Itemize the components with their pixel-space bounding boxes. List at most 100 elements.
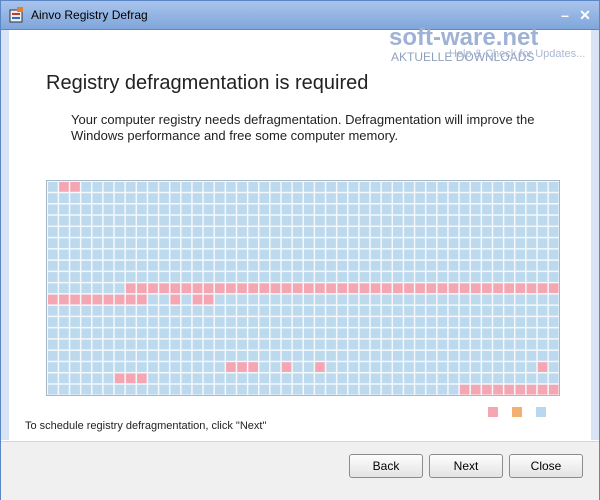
- registry-cell: [59, 339, 69, 350]
- registry-cell: [170, 182, 181, 192]
- registry-cell: [148, 339, 158, 350]
- fragmented-cell: [170, 294, 181, 305]
- registry-cell: [470, 362, 481, 372]
- registry-cell: [70, 238, 80, 249]
- registry-cell: [326, 249, 336, 260]
- registry-cell: [493, 272, 503, 282]
- registry-cell: [326, 294, 336, 305]
- registry-cell: [548, 328, 559, 339]
- registry-cell: [315, 339, 325, 350]
- registry-cell: [482, 317, 492, 327]
- legend-partial-swatch: [512, 407, 522, 417]
- registry-cell: [393, 384, 403, 395]
- fragmented-cell: [470, 283, 481, 294]
- registry-cell: [537, 305, 548, 316]
- registry-cell: [270, 260, 281, 271]
- registry-cell: [192, 384, 203, 395]
- registry-cell: [437, 328, 448, 339]
- registry-cell: [292, 227, 303, 237]
- registry-cell: [459, 294, 470, 305]
- registry-cell: [315, 384, 325, 395]
- registry-cell: [81, 227, 92, 237]
- registry-cell: [426, 384, 437, 395]
- fragmented-cell: [137, 373, 147, 384]
- registry-cell: [170, 204, 181, 215]
- minimize-icon[interactable]: –: [557, 7, 573, 23]
- registry-cell: [526, 204, 537, 215]
- registry-cell: [248, 260, 258, 271]
- registry-cell: [92, 339, 103, 350]
- fragmented-cell: [103, 294, 114, 305]
- title-bar[interactable]: Ainvo Registry Defrag – ✕: [1, 1, 599, 30]
- registry-cell: [114, 238, 125, 249]
- registry-cell: [148, 373, 158, 384]
- registry-cell: [192, 182, 203, 192]
- registry-cell: [48, 373, 58, 384]
- registry-cell: [515, 328, 526, 339]
- registry-cell: [337, 204, 348, 215]
- registry-cell: [170, 272, 181, 282]
- next-button[interactable]: Next: [429, 454, 503, 478]
- registry-cell: [470, 204, 481, 215]
- registry-cell: [48, 204, 58, 215]
- registry-cell: [337, 249, 348, 260]
- registry-cell: [170, 215, 181, 226]
- registry-cell: [270, 204, 281, 215]
- registry-cell: [470, 260, 481, 271]
- registry-cell: [81, 362, 92, 372]
- registry-cell: [537, 238, 548, 249]
- registry-cell: [337, 339, 348, 350]
- registry-cell: [437, 272, 448, 282]
- fragmented-cell: [381, 283, 392, 294]
- registry-cell: [114, 350, 125, 361]
- registry-cell: [359, 204, 370, 215]
- fragmented-cell: [415, 283, 425, 294]
- registry-cell: [470, 238, 481, 249]
- registry-cell: [404, 362, 414, 372]
- registry-cell: [237, 249, 247, 260]
- registry-cell: [137, 260, 147, 271]
- registry-cell: [259, 272, 270, 282]
- registry-cell: [359, 317, 370, 327]
- registry-cell: [192, 272, 203, 282]
- registry-cell: [92, 182, 103, 192]
- registry-cell: [248, 193, 258, 204]
- fragmented-cell: [315, 283, 325, 294]
- registry-cell: [393, 317, 403, 327]
- fragmented-cell: [159, 283, 169, 294]
- legend-fragmented-swatch: [488, 407, 498, 417]
- registry-cell: [237, 204, 247, 215]
- registry-cell: [259, 373, 270, 384]
- close-button[interactable]: Close: [509, 454, 583, 478]
- registry-cell: [381, 317, 392, 327]
- registry-cell: [281, 272, 292, 282]
- registry-cell: [170, 260, 181, 271]
- fragmented-cell: [237, 283, 247, 294]
- registry-cell: [548, 362, 559, 372]
- registry-cell: [48, 339, 58, 350]
- registry-cell: [393, 260, 403, 271]
- registry-cell: [48, 215, 58, 226]
- registry-cell: [504, 249, 514, 260]
- fragmented-cell: [192, 294, 203, 305]
- window-frame-left: [1, 30, 9, 440]
- registry-cell: [404, 260, 414, 271]
- registry-cell: [92, 227, 103, 237]
- registry-cell: [148, 384, 158, 395]
- registry-cell: [426, 238, 437, 249]
- registry-cell: [92, 317, 103, 327]
- registry-cell: [259, 328, 270, 339]
- registry-cell: [326, 227, 336, 237]
- registry-cell: [393, 350, 403, 361]
- registry-cell: [359, 384, 370, 395]
- registry-cell: [348, 350, 359, 361]
- registry-cell: [170, 238, 181, 249]
- registry-cell: [237, 328, 247, 339]
- registry-cell: [259, 260, 270, 271]
- registry-cell: [493, 204, 503, 215]
- fragmented-cell: [92, 294, 103, 305]
- back-button[interactable]: Back: [349, 454, 423, 478]
- registry-cell: [548, 182, 559, 192]
- registry-cell: [59, 384, 69, 395]
- close-icon[interactable]: ✕: [577, 7, 593, 23]
